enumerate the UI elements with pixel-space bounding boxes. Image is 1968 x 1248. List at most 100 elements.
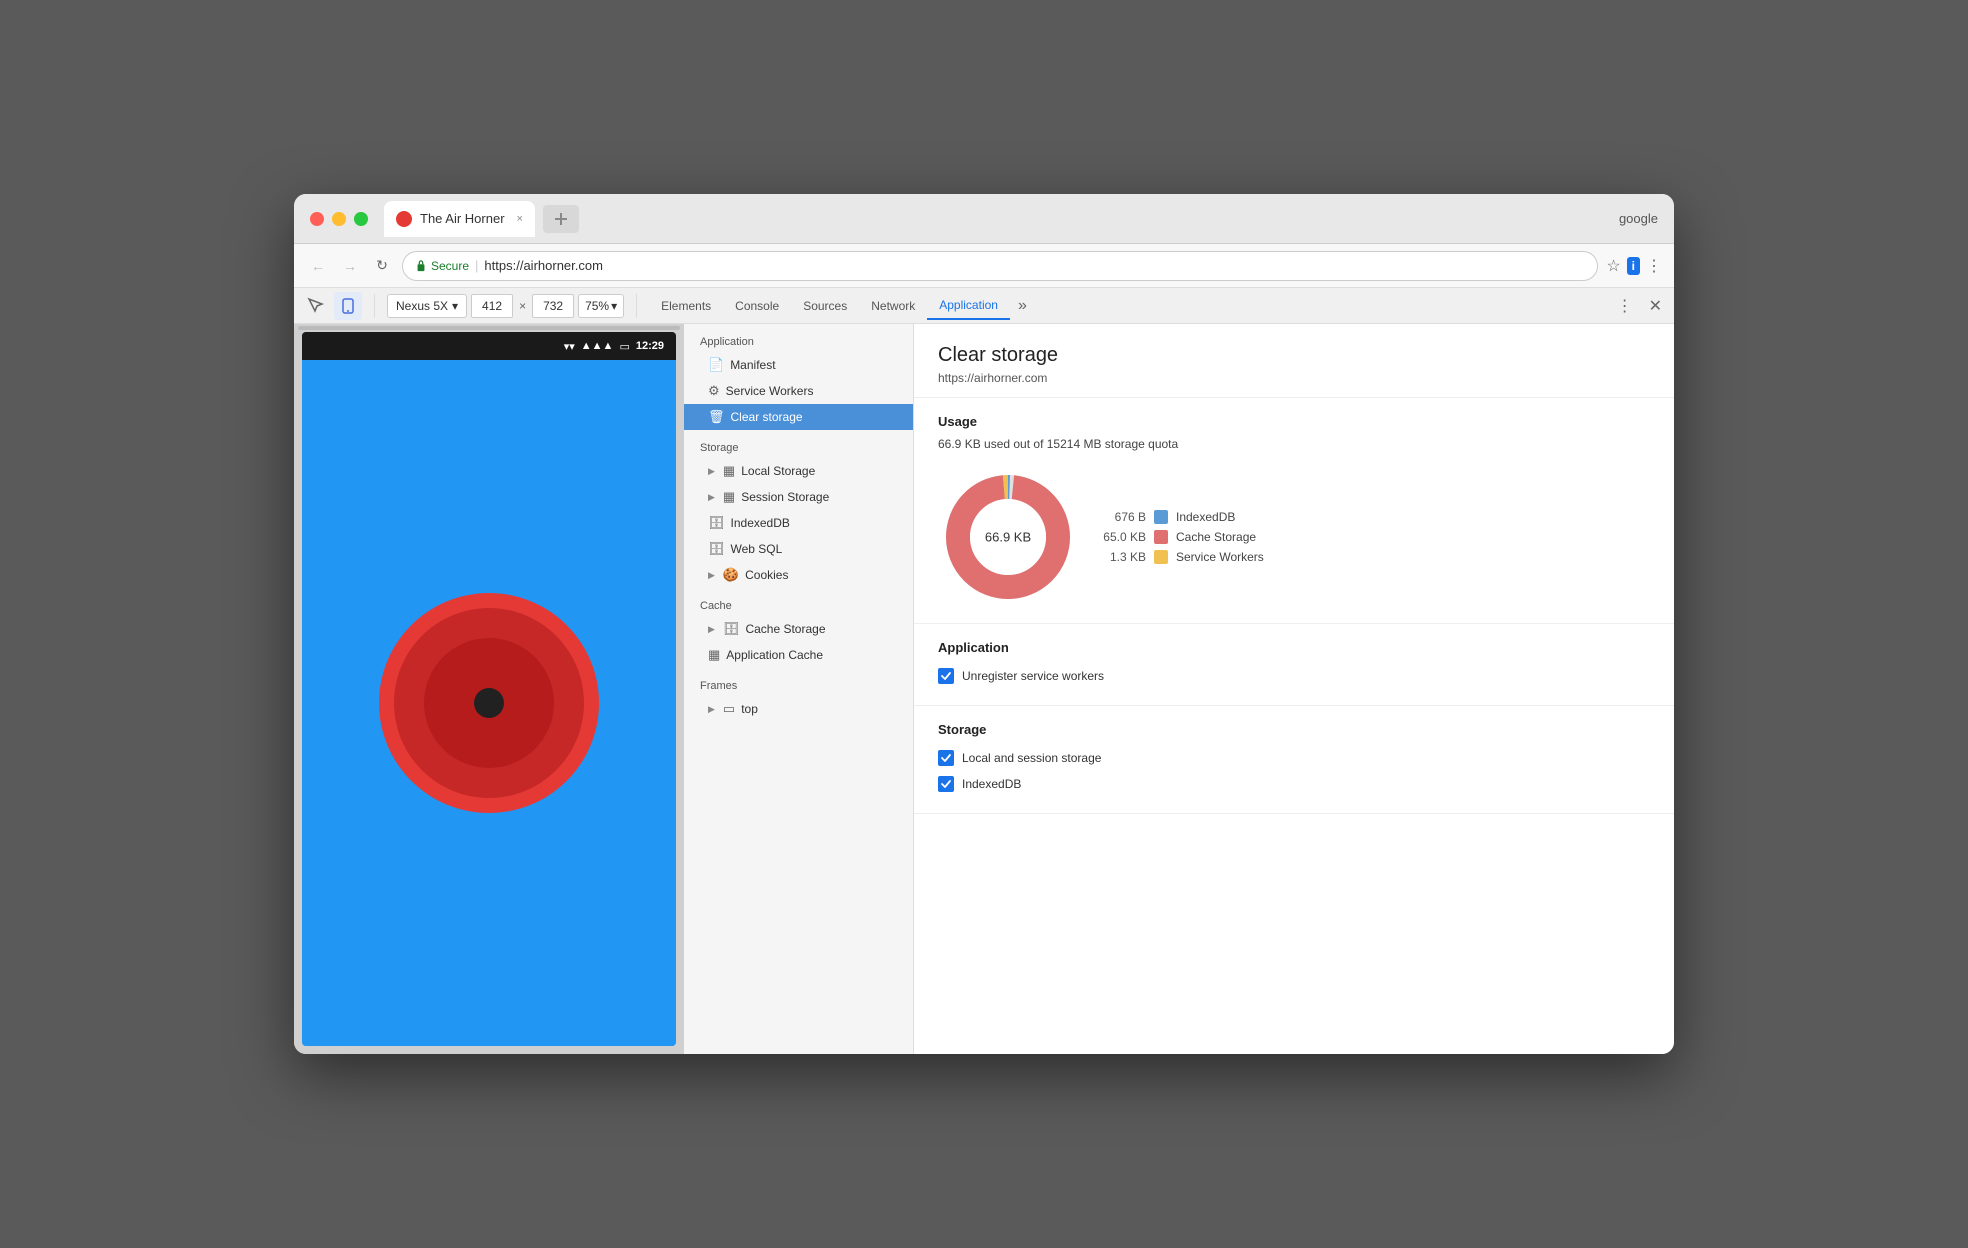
device-content — [302, 360, 676, 1046]
more-tabs-button[interactable]: » — [1010, 293, 1035, 319]
tab-network[interactable]: Network — [859, 293, 927, 319]
sidebar-item-cookies[interactable]: ▶ 🍪 Cookies — [684, 562, 913, 588]
cache-storage-value: 65.0 KB — [1102, 530, 1146, 544]
indexed-db-label: IndexedDB — [1176, 510, 1235, 524]
tab-application[interactable]: Application — [927, 292, 1010, 320]
application-section-title: Application — [938, 640, 1650, 655]
indexed-db-item: IndexedDB — [938, 771, 1650, 797]
sidebar-section-application: Application — [684, 324, 913, 352]
sidebar-item-ss-label: Session Storage — [741, 490, 829, 504]
sidebar-item-clear-storage[interactable]: 🗑 Clear storage — [684, 404, 913, 430]
devtools-close-button[interactable]: ✕ — [1645, 294, 1666, 318]
cache-storage-label: Cache Storage — [1176, 530, 1256, 544]
height-input[interactable] — [532, 294, 574, 318]
sidebar-item-cookies-label: Cookies — [745, 568, 788, 582]
url-bar[interactable]: Secure | https://airhorner.com — [402, 251, 1598, 281]
legend-indexed-db: 676 B IndexedDB — [1102, 510, 1264, 524]
legend-service-workers: 1.3 KB Service Workers — [1102, 550, 1264, 564]
address-bar: ← → ↻ Secure | https://airhorner.com ☆ i… — [294, 244, 1674, 288]
devtools-more-menu[interactable]: ⋮ — [1613, 294, 1637, 318]
new-tab-button[interactable] — [543, 205, 579, 233]
sidebar-item-cache-storage[interactable]: ▶ 🗄 Cache Storage — [684, 616, 913, 642]
sidebar-item-cache-label: Cache Storage — [745, 622, 825, 636]
usage-section-title: Usage — [938, 414, 1650, 429]
app-cache-icon: ▦ — [708, 647, 720, 663]
tab-sources[interactable]: Sources — [791, 293, 859, 319]
indexed-db-color — [1154, 510, 1168, 524]
scrollbar-track — [298, 326, 680, 330]
device-status-bar: ▾▾ ▲▲▲ ▭ 12:29 — [302, 332, 676, 360]
sidebar-section-storage: Storage — [684, 430, 913, 458]
inspect-element-icon[interactable] — [302, 292, 330, 320]
sidebar-item-local-storage[interactable]: ▶ ▦ Local Storage — [684, 458, 913, 484]
indexed-db-checkbox[interactable] — [938, 776, 954, 792]
sidebar-item-clear-label: Clear storage — [731, 410, 803, 424]
sidebar-item-websql[interactable]: 🗄 Web SQL — [684, 536, 913, 562]
browser-tab[interactable]: The Air Horner × — [384, 201, 535, 237]
panel-icon-buttons — [302, 292, 362, 320]
sidebar-item-idb-label: IndexedDB — [731, 516, 790, 530]
service-workers-icon: ⚙ — [708, 383, 720, 399]
application-section: Application Unregister service workers — [914, 624, 1674, 706]
sidebar-item-appcache-label: Application Cache — [726, 648, 823, 662]
local-session-item: Local and session storage — [938, 745, 1650, 771]
width-input[interactable] — [471, 294, 513, 318]
local-session-label: Local and session storage — [962, 751, 1101, 765]
expand-icon-cookies: ▶ — [708, 570, 715, 581]
url-text: https://airhorner.com — [484, 258, 603, 273]
sidebar-section-cache: Cache — [684, 588, 913, 616]
url-separator: | — [475, 258, 478, 273]
forward-button[interactable]: → — [338, 254, 362, 278]
secure-badge: Secure — [415, 259, 469, 273]
tab-console[interactable]: Console — [723, 293, 791, 319]
close-button[interactable] — [310, 212, 324, 226]
sidebar-item-service-workers[interactable]: ⚙ Service Workers — [684, 378, 913, 404]
cache-storage-icon: 🗄 — [723, 621, 740, 637]
tab-favicon — [396, 211, 412, 227]
wifi-icon: ▾▾ — [564, 340, 575, 353]
cache-storage-color — [1154, 530, 1168, 544]
back-button[interactable]: ← — [306, 254, 330, 278]
battery-icon: ▭ — [619, 340, 629, 353]
sidebar-item-session-storage[interactable]: ▶ ▦ Session Storage — [684, 484, 913, 510]
minimize-button[interactable] — [332, 212, 346, 226]
zoom-level: 75% — [585, 299, 609, 313]
sidebar-item-top-label: top — [741, 702, 758, 716]
unregister-sw-checkbox[interactable] — [938, 668, 954, 684]
service-workers-label: Service Workers — [1176, 550, 1264, 564]
local-storage-icon: ▦ — [723, 463, 735, 479]
tab-close-button[interactable]: × — [517, 213, 523, 225]
expand-icon-ss: ▶ — [708, 492, 715, 503]
local-session-checkbox[interactable] — [938, 750, 954, 766]
url-prefix: https:// — [484, 258, 523, 273]
sidebar-item-top[interactable]: ▶ ▭ top — [684, 696, 913, 722]
viewport-scrollbar — [294, 324, 684, 332]
sidebar-item-websql-label: Web SQL — [731, 542, 783, 556]
unregister-sw-label: Unregister service workers — [962, 669, 1104, 683]
device-selector[interactable]: Nexus 5X ▾ — [387, 294, 467, 318]
device-viewport: ▾▾ ▲▲▲ ▭ 12:29 — [294, 324, 684, 1054]
cookies-icon: 🍪 — [723, 567, 739, 583]
zoom-selector[interactable]: 75% ▾ — [578, 294, 624, 318]
toolbar-separator — [374, 294, 375, 318]
status-time: 12:29 — [636, 340, 664, 352]
sidebar-item-app-cache[interactable]: ▦ Application Cache — [684, 642, 913, 668]
maximize-button[interactable] — [354, 212, 368, 226]
device-toolbar-icon[interactable] — [334, 292, 362, 320]
bookmark-icon[interactable]: ☆ — [1606, 256, 1620, 276]
indexeddb-icon: 🗄 — [708, 515, 725, 531]
extension-icon[interactable]: i — [1627, 257, 1640, 275]
refresh-button[interactable]: ↻ — [370, 254, 394, 278]
sidebar-item-indexeddb[interactable]: 🗄 IndexedDB — [684, 510, 913, 536]
sidebar-item-manifest[interactable]: 📄 Manifest — [684, 352, 913, 378]
device-frame: ▾▾ ▲▲▲ ▭ 12:29 — [302, 332, 676, 1046]
traffic-lights — [310, 212, 368, 226]
browser-menu-icon[interactable]: ⋮ — [1646, 256, 1662, 276]
sidebar-item-manifest-label: Manifest — [730, 358, 775, 372]
session-storage-icon: ▦ — [723, 489, 735, 505]
expand-icon-cache: ▶ — [708, 624, 715, 635]
tab-elements[interactable]: Elements — [649, 293, 723, 319]
tab-bar: The Air Horner × — [384, 201, 1619, 237]
indexed-db-value: 676 B — [1102, 510, 1146, 524]
storage-section-title: Storage — [938, 722, 1650, 737]
